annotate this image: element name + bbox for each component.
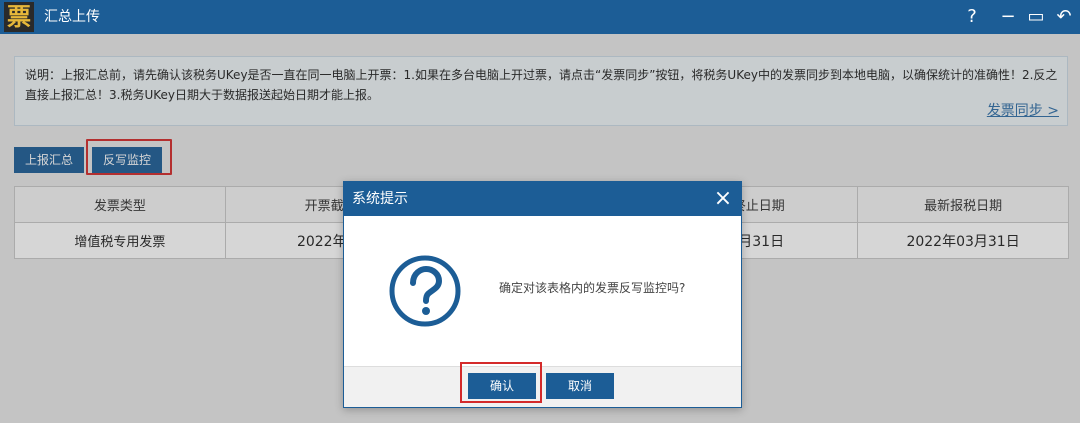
maximize-icon[interactable]: ▭ bbox=[1024, 0, 1048, 34]
dialog-title: 系统提示 bbox=[352, 191, 408, 207]
cancel-button[interactable]: 取消 bbox=[546, 373, 614, 399]
dialog-footer bbox=[344, 366, 741, 407]
window-title: 汇总上传 bbox=[44, 9, 100, 25]
system-prompt-dialog: 系统提示 × 确定对该表格内的发票反写监控吗? bbox=[343, 181, 742, 408]
dialog-message: 确定对该表格内的发票反写监控吗? bbox=[499, 281, 686, 295]
close-icon[interactable]: × bbox=[711, 182, 735, 216]
help-icon[interactable]: ? bbox=[960, 0, 984, 34]
dialog-header: 系统提示 × bbox=[344, 182, 741, 216]
back-icon[interactable]: ↶ bbox=[1052, 0, 1076, 34]
title-bar: 票 汇总上传 ? − ▭ ↶ bbox=[0, 0, 1080, 34]
question-icon bbox=[389, 255, 461, 327]
app-logo: 票 bbox=[4, 2, 34, 32]
minimize-icon[interactable]: − bbox=[996, 0, 1020, 34]
confirm-button[interactable]: 确认 bbox=[468, 373, 536, 399]
